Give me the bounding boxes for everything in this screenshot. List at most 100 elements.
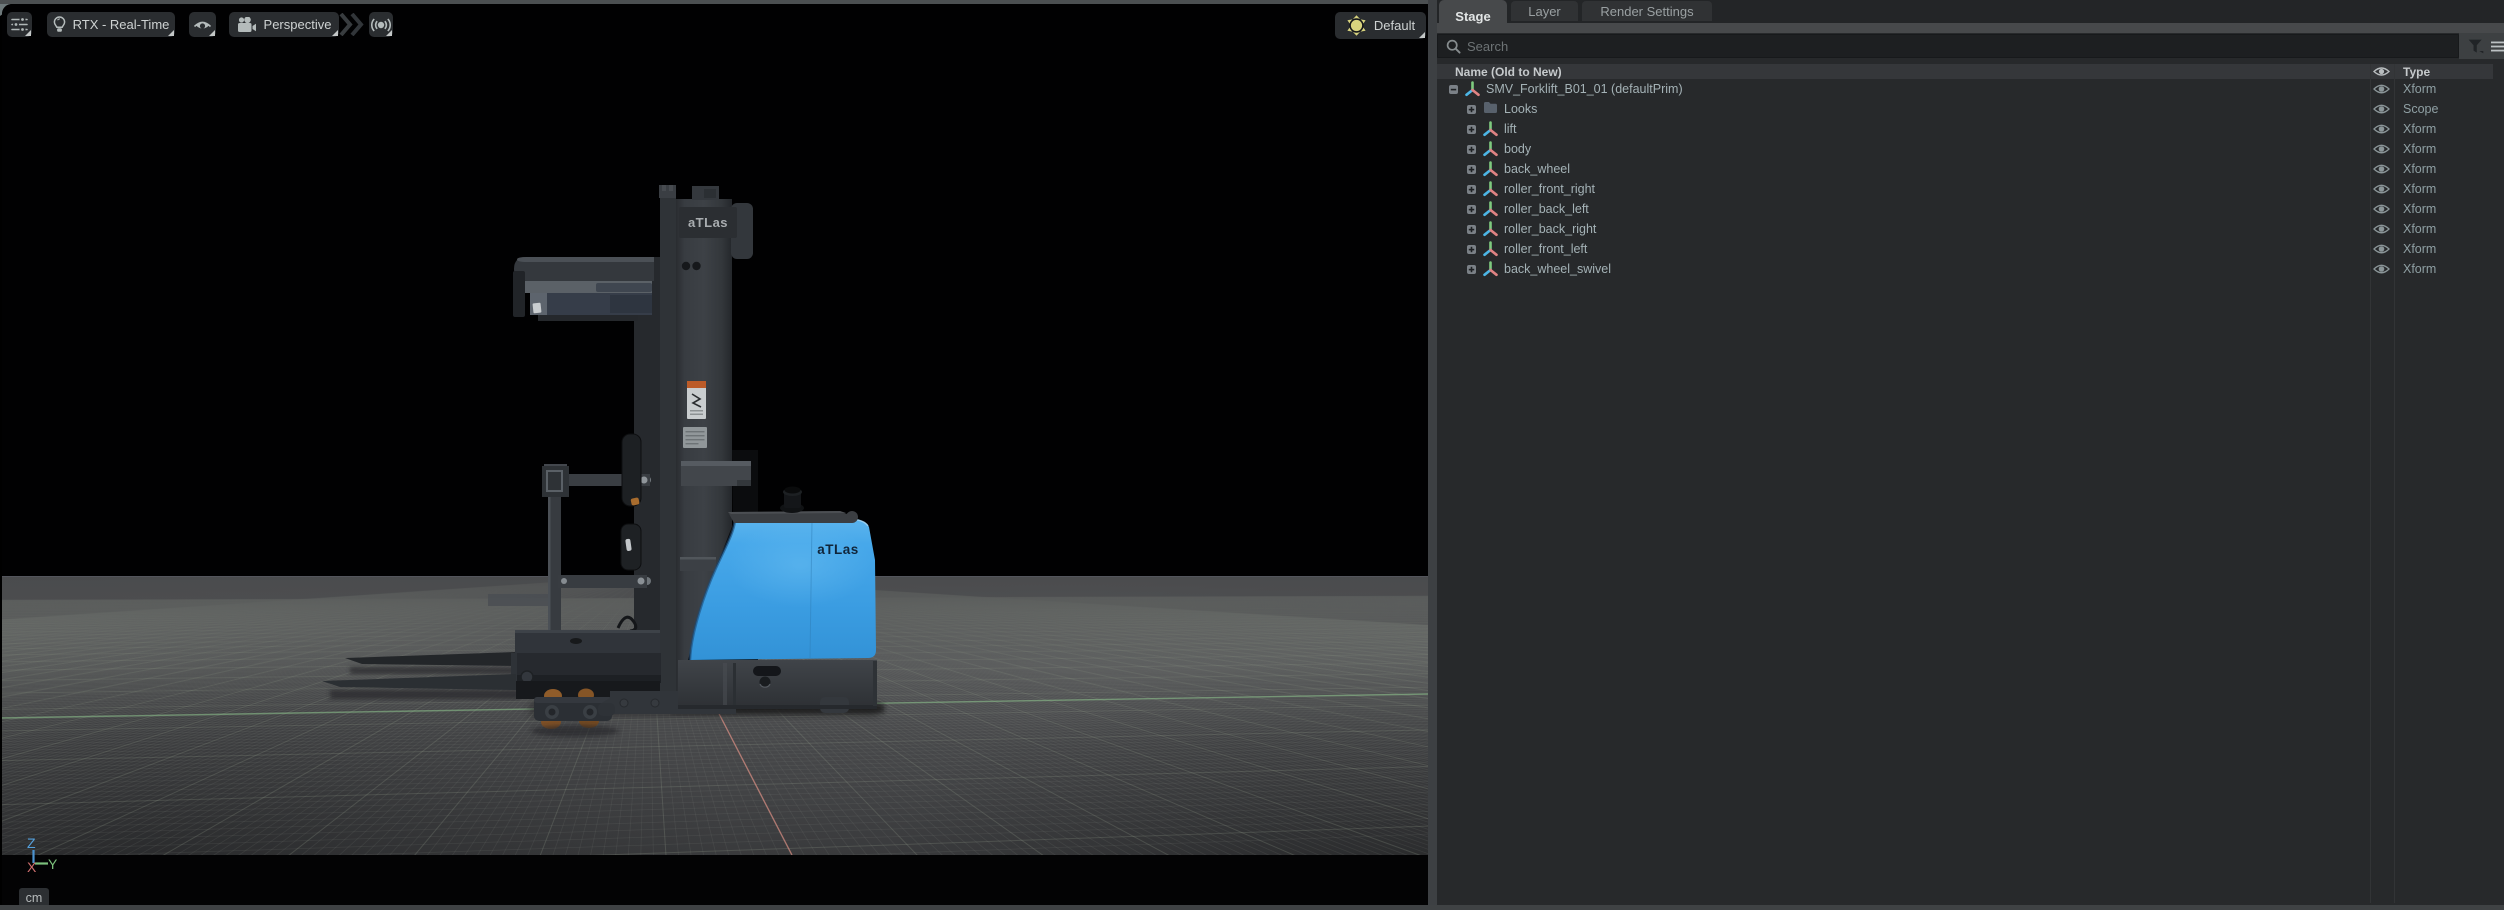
visibility-eye-icon[interactable] [2373,263,2390,275]
prim-name[interactable]: lift [1504,122,1517,136]
tab-label: Render Settings [1600,3,1694,19]
axis-gizmo-y-label: Y [48,856,58,872]
panel-splitter[interactable] [1428,0,1437,910]
expand-icon[interactable] [1467,265,1476,274]
xform-prim-icon [1483,161,1498,177]
below-ground [2,855,1428,905]
units-badge[interactable]: cm [19,888,49,905]
prim-name[interactable]: SMV_Forklift_B01_01 (defaultPrim) [1486,82,1683,96]
prim-name[interactable]: back_wheel_swivel [1504,262,1611,276]
expand-icon[interactable] [1467,205,1476,214]
far-fork-shadow [350,667,516,674]
expand-icon[interactable] [1467,125,1476,134]
dropdown-notch [332,30,338,36]
tree-row-looks[interactable]: Looks Scope [1437,99,2504,119]
visibility-eye-icon[interactable] [2373,203,2390,215]
tree-row-roller_back_right[interactable]: roller_back_right Xform [1437,219,2504,239]
xform-prim-icon [1483,121,1498,137]
tree-row-roller_front_left[interactable]: roller_front_left Xform [1437,239,2504,259]
viewport-settings-button[interactable] [7,12,32,37]
mast-cap-tooth [669,185,673,191]
tree-row-smv_forklift_b01_01[interactable]: SMV_Forklift_B01_01 (defaultPrim) Xform [1437,79,2504,99]
filter-icon[interactable] [2467,37,2485,56]
visibility-eye-icon[interactable] [2373,143,2390,155]
dropdown-notch [25,30,31,36]
active-tab-strip [1437,23,2504,33]
name-column-header[interactable]: Name (Old to New) [1455,65,1562,79]
waypoint-signal-button[interactable] [369,12,393,37]
prim-name[interactable]: roller_front_left [1504,242,1587,256]
expand-icon[interactable] [1467,145,1476,154]
expand-icon[interactable] [1467,185,1476,194]
axis-gizmo-x-label: X [27,859,37,875]
xform-prim-icon [1483,241,1498,257]
lighting-mode-button[interactable]: Default [1335,12,1426,39]
expand-icon[interactable] [1467,245,1476,254]
visibility-button[interactable] [189,12,216,37]
tree-row-roller_back_left[interactable]: roller_back_left Xform [1437,199,2504,219]
tree-row-roller_front_right[interactable]: roller_front_right Xform [1437,179,2504,199]
chevrons-separator-icon [339,13,364,36]
render-mode-label: RTX - Real-Time [72,17,170,32]
prim-name[interactable]: body [1504,142,1531,156]
dropdown-notch [209,30,215,36]
tree-row-lift[interactable]: lift Xform [1437,119,2504,139]
tab-label: Stage [1455,9,1491,24]
render-mode-button[interactable]: RTX - Real-Time [47,12,175,37]
prim-type: Xform [2403,142,2437,156]
prim-type: Xform [2403,122,2437,136]
collapse-icon[interactable] [1449,85,1458,94]
menu-icon[interactable] [2490,40,2504,53]
prim-type: Xform [2403,262,2437,276]
overhead-guard [513,257,654,321]
mast-bracket [681,461,751,486]
type-column-header[interactable]: Type [2403,65,2430,79]
visibility-eye-icon[interactable] [2373,123,2390,135]
xform-prim-icon [1483,221,1498,237]
prim-type: Xform [2403,182,2437,196]
drive-base [678,660,877,713]
visibility-eye-icon[interactable] [2373,103,2390,115]
tree-header: Name (Old to New) Type [1437,64,2493,79]
expand-icon[interactable] [1467,165,1476,174]
visibility-eye-icon[interactable] [2373,163,2390,175]
prim-type: Xform [2403,222,2437,236]
prim-name[interactable]: roller_front_right [1504,182,1595,196]
prim-name[interactable]: roller_back_right [1504,222,1596,236]
viewport-canvas[interactable]: aTLas aTLas Z Y X RTX - Real-Time Perspe… [2,4,1428,905]
mast-logo-text: aTLas [688,215,728,230]
prim-name[interactable]: roller_back_left [1504,202,1589,216]
stage-panel: Stage Layer Render Settings Name (Old to N… [1437,0,2504,905]
search-input[interactable] [1437,34,2459,58]
prim-name[interactable]: back_wheel [1504,162,1570,176]
visibility-eye-icon[interactable] [2373,243,2390,255]
camera-button[interactable]: Perspective [229,12,339,37]
xform-prim-icon [1483,141,1498,157]
tab-render-settings[interactable]: Render Settings [1582,1,1712,21]
search-row [1437,33,2504,60]
viewport-3d[interactable]: aTLas aTLas Z Y X RTX - Real-Time Perspe… [0,0,1434,910]
tree-row-body[interactable]: body Xform [1437,139,2504,159]
visibility-column-icon[interactable] [2373,66,2390,77]
prim-type: Xform [2403,202,2437,216]
tree-row-back_wheel_swivel[interactable]: back_wheel_swivel Xform [1437,259,2504,279]
info-label [683,427,707,448]
mast-rail [660,185,676,697]
expand-icon[interactable] [1467,225,1476,234]
tree-row-back_wheel[interactable]: back_wheel Xform [1437,159,2504,179]
dropdown-notch [1419,32,1425,38]
visibility-eye-icon[interactable] [2373,183,2390,195]
body-sheen [728,523,872,607]
prim-name[interactable]: Looks [1504,102,1537,116]
camera-label: Perspective [263,17,332,32]
visibility-eye-icon[interactable] [2373,223,2390,235]
tab-stage[interactable]: Stage [1439,0,1507,33]
prim-type: Xform [2403,242,2437,256]
search-tools [2459,33,2504,59]
mast-hole [681,261,691,271]
tab-layer[interactable]: Layer [1511,1,1578,21]
xform-prim-icon [1465,81,1480,97]
visibility-eye-icon[interactable] [2373,83,2390,95]
expand-icon[interactable] [1467,105,1476,114]
body-logo-text: aTLas [817,542,859,557]
